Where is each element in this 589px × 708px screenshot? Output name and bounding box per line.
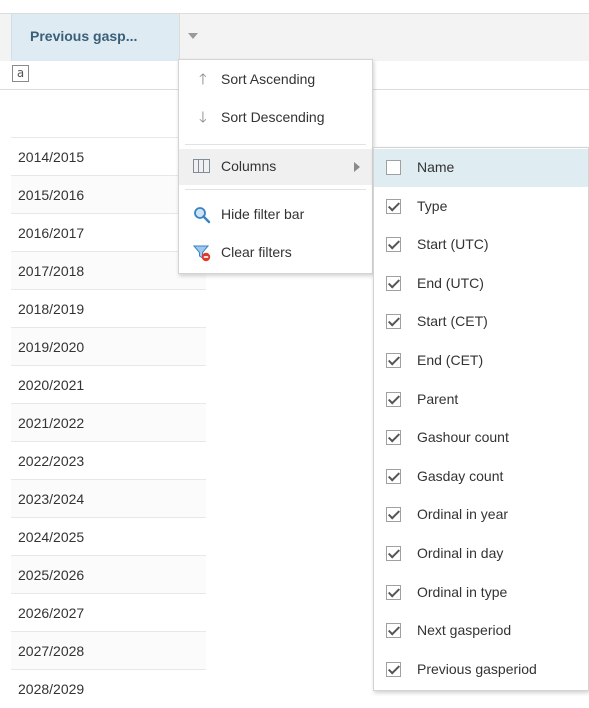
- menu-item-columns[interactable]: Columns: [179, 149, 372, 185]
- column-toggle-item[interactable]: Start (UTC): [374, 226, 588, 264]
- column-toggle-label: Ordinal in type: [417, 583, 508, 600]
- table-row[interactable]: 2025/2026: [11, 555, 206, 593]
- table-row[interactable]: 2020/2021: [11, 365, 206, 403]
- menu-item-label: Sort Ascending: [221, 71, 316, 87]
- chevron-down-icon: [188, 33, 198, 39]
- arrow-up-icon: 🡑: [199, 71, 207, 88]
- column-toggle-label: Parent: [417, 390, 459, 407]
- menu-item-label: Sort Descending: [221, 109, 325, 125]
- column-toggle-item[interactable]: Ordinal in year: [374, 496, 588, 534]
- column-header-previous-gasperiod[interactable]: Previous gasp...: [11, 14, 180, 61]
- column-checkbox[interactable]: [386, 198, 401, 214]
- column-menu-trigger[interactable]: [179, 14, 207, 61]
- column-toggle-item[interactable]: Next gasperiod: [374, 612, 588, 650]
- column-toggle-item[interactable]: End (CET): [374, 342, 588, 380]
- column-checkbox[interactable]: [386, 468, 401, 484]
- column-toggle-label: Previous gasperiod: [417, 660, 537, 677]
- column-toggle-item[interactable]: Ordinal in type: [374, 574, 588, 612]
- column-checkbox[interactable]: [386, 584, 401, 600]
- column-toggle-label: End (CET): [417, 352, 484, 368]
- column-toggle-item[interactable]: Name: [374, 149, 588, 187]
- column-toggle-item[interactable]: End (UTC): [374, 265, 588, 303]
- column-header-title: Previous gasp...: [30, 28, 138, 44]
- menu-separator: [185, 189, 366, 190]
- menu-separator: [185, 144, 366, 145]
- column-toggle-label: Ordinal in day: [417, 545, 504, 561]
- table-row[interactable]: 2017/2018: [11, 251, 206, 289]
- magnifier-icon: [194, 207, 211, 224]
- grid-rows: 2014/2015 2015/2016 2016/2017 2017/2018 2018…: [11, 137, 206, 707]
- table-row[interactable]: 2027/2028: [11, 631, 206, 669]
- table-row[interactable]: 2015/2016: [11, 175, 206, 213]
- funnel-clear-icon: [193, 245, 211, 262]
- table-row[interactable]: 2021/2022: [11, 403, 206, 441]
- column-toggle-label: Gasday count: [417, 467, 504, 484]
- column-checkbox[interactable]: [386, 623, 401, 639]
- text-filter-icon[interactable]: a: [12, 65, 29, 82]
- column-checkbox[interactable]: [386, 160, 401, 175]
- column-toggle-item[interactable]: Previous gasperiod: [374, 651, 588, 689]
- column-toggle-label: Gashour count: [417, 429, 509, 446]
- column-checkbox[interactable]: [386, 314, 401, 330]
- menu-item-label: Clear filters: [221, 244, 292, 260]
- column-checkbox[interactable]: [386, 507, 401, 523]
- column-toggle-item[interactable]: Parent: [374, 381, 588, 419]
- menu-item-hide-filter-bar[interactable]: Hide filter bar: [179, 197, 372, 233]
- columns-icon: [193, 159, 210, 173]
- table-row[interactable]: 2028/2029: [11, 669, 206, 707]
- column-toggle-item[interactable]: Ordinal in day: [374, 535, 588, 573]
- column-checkbox[interactable]: [386, 430, 401, 446]
- table-row[interactable]: 2019/2020: [11, 327, 206, 365]
- menu-item-sort-descending[interactable]: 🡓 Sort Descending: [179, 100, 372, 136]
- column-menu: 🡑 Sort Ascending 🡓 Sort Descending Colum…: [178, 59, 373, 274]
- column-checkbox[interactable]: [386, 237, 401, 253]
- column-checkbox[interactable]: [386, 391, 401, 407]
- column-toggle-item[interactable]: Start (CET): [374, 303, 588, 341]
- table-row[interactable]: 2023/2024: [11, 479, 206, 517]
- columns-submenu: Name Type Start (UTC) End (UTC) Start (CET) E…: [373, 147, 589, 691]
- column-toggle-item[interactable]: Gashour count: [374, 419, 588, 457]
- column-checkbox[interactable]: [386, 353, 401, 368]
- menu-item-sort-ascending[interactable]: 🡑 Sort Ascending: [179, 62, 372, 98]
- table-row[interactable]: 2022/2023: [11, 441, 206, 479]
- column-toggle-label: Next gasperiod: [417, 622, 512, 639]
- table-row[interactable]: 2026/2027: [11, 593, 206, 631]
- column-checkbox[interactable]: [386, 275, 401, 291]
- table-row[interactable]: 2016/2017: [11, 213, 206, 251]
- table-row[interactable]: 2024/2025: [11, 517, 206, 555]
- column-checkbox[interactable]: [386, 546, 401, 561]
- column-toggle-item[interactable]: Gasday count: [374, 458, 588, 496]
- column-toggle-label: Start (CET): [417, 313, 488, 330]
- grid-header: Previous gasp...: [0, 13, 589, 62]
- column-toggle-label: Name: [417, 159, 455, 175]
- column-toggle-label: Ordinal in year: [417, 506, 509, 523]
- arrow-down-icon: 🡓: [199, 109, 207, 126]
- menu-item-clear-filters[interactable]: Clear filters: [179, 235, 372, 271]
- column-checkbox[interactable]: [386, 661, 401, 677]
- column-toggle-label: Type: [417, 197, 448, 214]
- column-toggle-label: End (UTC): [417, 274, 484, 291]
- chevron-right-icon: [354, 162, 360, 172]
- menu-item-label: Columns: [221, 158, 277, 174]
- table-row[interactable]: 2018/2019: [11, 289, 206, 327]
- table-row[interactable]: 2014/2015: [11, 137, 206, 175]
- column-toggle-label: Start (UTC): [417, 236, 489, 253]
- menu-item-label: Hide filter bar: [221, 206, 305, 222]
- column-toggle-item[interactable]: Type: [374, 188, 588, 226]
